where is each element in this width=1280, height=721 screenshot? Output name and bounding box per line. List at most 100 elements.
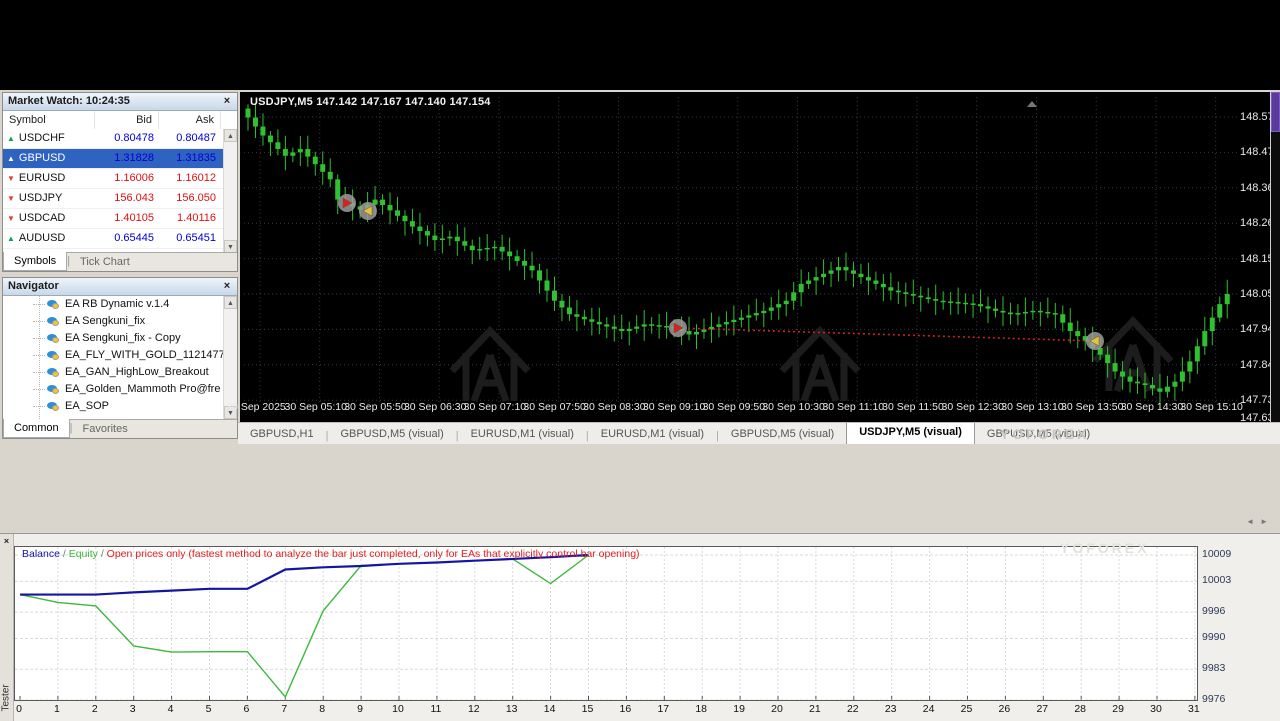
chart-scrollbar[interactable] xyxy=(1270,92,1280,422)
tester-x-tick-label: 30 xyxy=(1150,703,1162,715)
candle xyxy=(986,306,991,308)
market-watch-titlebar[interactable]: Market Watch: 10:24:35 × xyxy=(3,93,237,111)
candle xyxy=(290,152,295,155)
candlestick-chart[interactable] xyxy=(244,97,1238,403)
close-icon[interactable]: × xyxy=(1,536,12,547)
candle xyxy=(417,227,422,231)
legend-balance: Balance xyxy=(22,548,60,560)
candle xyxy=(1045,312,1050,314)
balance-line xyxy=(20,555,589,595)
tab-tick-chart[interactable]: Tick Chart xyxy=(70,253,140,271)
candle xyxy=(873,281,878,284)
tester-x-tick-label: 21 xyxy=(809,703,821,715)
column-ask[interactable]: Ask xyxy=(159,111,221,130)
candle xyxy=(866,277,871,280)
tab-right-icon: ► xyxy=(1260,517,1274,526)
table-row[interactable]: ▲GBPUSD1.318281.31835 xyxy=(3,149,225,169)
candle xyxy=(1068,323,1073,331)
time-tick-label: 30 Sep 11:50 xyxy=(882,401,944,413)
candle xyxy=(1150,385,1155,388)
balance-equity-chart[interactable] xyxy=(14,546,1198,701)
letterbox-top xyxy=(0,0,1280,90)
navigator-ea-item[interactable]: EA_FLY_WITH_GOLD_1121477 xyxy=(3,347,225,364)
candle xyxy=(477,249,482,251)
expert-advisor-icon xyxy=(47,384,60,395)
candle xyxy=(1180,372,1185,382)
navigator-ea-item[interactable]: EA Sengkuni_fix xyxy=(3,313,225,330)
legend-equity: Equity xyxy=(69,548,98,560)
time-tick-label: 30 Sep 09:50 xyxy=(703,401,765,413)
navigator-ea-item[interactable]: EA_GAN_HighLow_Breakout xyxy=(3,364,225,381)
tab-scroll-arrows[interactable]: ◄► xyxy=(1246,517,1274,526)
candle xyxy=(275,142,280,149)
candle xyxy=(956,302,961,304)
expert-advisor-icon xyxy=(47,350,60,361)
tab-favorites[interactable]: Favorites xyxy=(72,420,137,438)
column-bid[interactable]: Bid xyxy=(95,111,159,130)
close-icon[interactable]: × xyxy=(221,278,233,295)
expert-advisor-icon xyxy=(47,333,60,344)
table-row[interactable]: ▼USDJPY156.043156.050 xyxy=(3,189,225,209)
navigator-titlebar[interactable]: Navigator × xyxy=(3,278,237,296)
symbol-name: EURUSD xyxy=(19,169,65,188)
candle xyxy=(298,149,303,152)
candle xyxy=(821,274,826,277)
chart-tab[interactable]: GBPUSD,M5 (visual) xyxy=(328,425,455,444)
candle xyxy=(858,274,863,277)
chart-tab[interactable]: EURUSD,M1 (visual) xyxy=(589,425,716,444)
ask-value: 0.65451 xyxy=(159,229,221,248)
tick-down-icon: ▼ xyxy=(7,189,15,208)
close-icon[interactable]: × xyxy=(221,93,233,110)
tab-common[interactable]: Common xyxy=(3,419,70,438)
candle xyxy=(687,331,692,334)
table-row[interactable]: ▼USDCAD1.401051.40116 xyxy=(3,209,225,229)
bid-value: 1.31828 xyxy=(95,149,159,168)
tester-y-tick-label: 10009 xyxy=(1202,548,1231,560)
candle xyxy=(328,172,333,180)
scroll-up-icon[interactable]: ▲ xyxy=(224,296,237,309)
navigator-ea-item[interactable]: EA Sengkuni_fix - Copy xyxy=(3,330,225,347)
ea-name: EA_FLY_WITH_GOLD_1121477 xyxy=(65,347,225,364)
tab-symbols[interactable]: Symbols xyxy=(3,252,67,271)
table-row[interactable]: ▼EURUSD1.160061.16012 xyxy=(3,169,225,189)
tester-x-tick-label: 20 xyxy=(771,703,783,715)
navigator-ea-item[interactable]: EA_SOP xyxy=(3,398,225,415)
scroll-up-icon[interactable]: ▲ xyxy=(224,129,237,142)
candle xyxy=(642,324,647,326)
market-watch-header: Symbol Bid Ask xyxy=(3,111,237,131)
candle xyxy=(716,324,721,327)
scrollbar-thumb[interactable] xyxy=(1271,92,1280,132)
chart-tab[interactable]: GBPUSD,M5 (visual) xyxy=(719,425,846,444)
legend-note: Open prices only (fastest method to anal… xyxy=(107,548,640,560)
candle xyxy=(492,247,497,249)
candle xyxy=(402,216,407,221)
column-symbol[interactable]: Symbol xyxy=(3,111,95,130)
candle xyxy=(844,267,849,270)
candle xyxy=(515,256,520,261)
candle xyxy=(1225,294,1230,304)
bid-value: 0.80478 xyxy=(95,129,159,148)
tree-stub xyxy=(33,321,45,322)
chart-tab[interactable]: GBPUSD,H1 xyxy=(238,425,326,444)
market-watch-scrollbar[interactable]: ▲ ▼ xyxy=(223,129,237,253)
candle xyxy=(574,314,579,317)
candle xyxy=(455,237,460,241)
tester-panel-label[interactable]: Tester xyxy=(1,672,12,712)
candle xyxy=(485,248,490,250)
table-row[interactable]: ▲AUDUSD0.654450.65451 xyxy=(3,229,225,249)
time-tick-label: 30 Sep 12:30 xyxy=(942,401,1004,413)
navigator-ea-item[interactable]: EA RB Dynamic v.1.4 xyxy=(3,296,225,313)
chart-tab[interactable]: EURUSD,M1 (visual) xyxy=(459,425,586,444)
time-tick-label: 30 Sep 13:10 xyxy=(1001,401,1063,413)
candle xyxy=(1105,355,1110,363)
expert-advisor-icon xyxy=(47,316,60,327)
chart-tab-active[interactable]: USDJPY,M5 (visual) xyxy=(846,422,975,444)
navigator-ea-item[interactable]: EA_Golden_Mammoth Pro@fre xyxy=(3,381,225,398)
candle xyxy=(1172,382,1177,387)
tester-x-tick-label: 12 xyxy=(468,703,480,715)
candle xyxy=(432,236,437,240)
candle xyxy=(440,238,445,240)
table-row[interactable]: ▲USDCHF0.804780.80487 xyxy=(3,129,225,149)
tree-stub xyxy=(33,372,45,373)
ea-name: EA Sengkuni_fix xyxy=(65,313,145,330)
